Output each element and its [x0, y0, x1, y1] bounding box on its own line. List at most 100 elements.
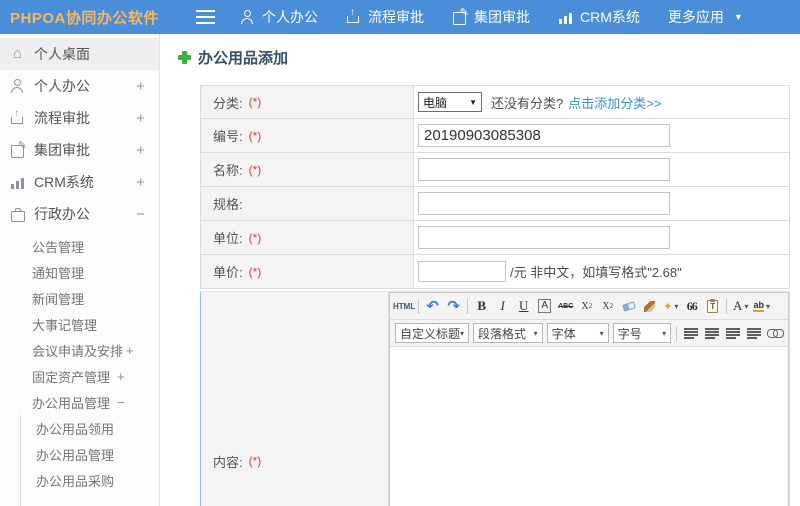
font-family-select[interactable]: 字体 ▾	[546, 323, 609, 343]
expand-plus-icon[interactable]: +	[136, 174, 145, 191]
expand-plus-icon[interactable]: +	[136, 78, 145, 95]
briefcase-icon	[10, 207, 25, 222]
collapse-minus-icon[interactable]: −	[136, 206, 145, 223]
format-painter-button[interactable]	[639, 296, 660, 316]
eraser-icon	[621, 300, 636, 312]
field-value	[414, 153, 789, 186]
field-value	[414, 221, 789, 254]
expand-plus-icon[interactable]: +	[126, 343, 134, 358]
sidebar-item-news-mgmt[interactable]: 新闻管理	[0, 285, 159, 311]
required-mark: (*)	[248, 162, 262, 177]
expand-plus-icon[interactable]: +	[136, 110, 145, 127]
menu-toggle-icon[interactable]	[196, 10, 215, 24]
blockquote-button[interactable]: 66	[681, 296, 702, 316]
page-title: 办公用品添加	[198, 49, 289, 67]
field-label: 编号: (*)	[201, 119, 414, 152]
align-left-button[interactable]	[680, 323, 701, 343]
align-justify-button[interactable]	[743, 323, 764, 343]
sidebar-item-supplies-purchase[interactable]: 办公用品采购	[21, 467, 159, 493]
sidebar-item-notice-mgmt[interactable]: 通知管理	[0, 259, 159, 285]
sidebar-item-office-supplies-mgmt[interactable]: 办公用品管理 −	[0, 389, 159, 415]
brush-icon	[644, 300, 656, 312]
sub-item-label: 办公用品采购	[36, 473, 115, 489]
select-label: 字号	[617, 326, 642, 341]
nav-more-apps[interactable]: 更多应用 ▼	[668, 7, 743, 27]
select-caret-icon: ▾	[599, 328, 604, 338]
nav-crm-system[interactable]: CRM系统	[558, 7, 640, 27]
strikethrough-button[interactable]: ABC	[555, 296, 576, 316]
sidebar-item-fixed-assets-mgmt[interactable]: 固定资产管理 +	[0, 363, 159, 389]
caret-down-icon: ▾	[744, 301, 749, 311]
underline-button[interactable]: U	[513, 296, 534, 316]
sup-base: X	[581, 300, 589, 312]
workflow-icon	[346, 7, 361, 24]
select-caret-icon: ▾	[662, 328, 667, 338]
form-row-price: 单价: (*) /元 非中文，如填写格式"2.68"	[200, 255, 790, 289]
nav-personal-office[interactable]: 个人办公	[240, 7, 318, 27]
select-label: 段落格式	[478, 326, 527, 341]
price-input[interactable]	[418, 261, 506, 282]
italic-button[interactable]: I	[492, 296, 513, 316]
sub-base: X	[602, 300, 610, 312]
sidebar-item-events-mgmt[interactable]: 大事记管理	[0, 311, 159, 337]
form-row-code: 编号: (*)	[200, 119, 790, 153]
font-style-button[interactable]: A	[534, 296, 555, 316]
sidebar-item-announcement-mgmt[interactable]: 公告管理	[0, 233, 159, 259]
spec-input[interactable]	[418, 192, 670, 215]
add-category-link[interactable]: 点击添加分类>>	[568, 93, 661, 112]
sidebar-item-label: CRM系统	[34, 174, 94, 190]
category-select[interactable]: 电脑 ▼	[418, 92, 482, 112]
label-text: 分类:	[213, 95, 243, 111]
quick-format-button[interactable]: ✦ ▾	[660, 296, 681, 316]
source-code-button[interactable]: HTML	[393, 296, 415, 316]
sidebar-item-supplies-claim[interactable]: 办公用品领用	[21, 415, 159, 441]
font-size-select[interactable]: 字号 ▾	[612, 323, 672, 343]
magic-wand-icon: ✦	[663, 300, 673, 313]
sup-mark: 2	[588, 302, 593, 310]
subscript-button[interactable]: X2	[597, 296, 618, 316]
align-right-button[interactable]	[722, 323, 743, 343]
edit-square-icon	[10, 139, 27, 158]
paste-text-button[interactable]: T	[702, 296, 723, 316]
label-text: 单价:	[213, 265, 243, 280]
highlight-color-button[interactable]: ab ▾	[751, 296, 772, 316]
code-input[interactable]	[418, 124, 670, 147]
field-label: 单价: (*)	[201, 255, 414, 288]
remove-format-button[interactable]	[618, 296, 639, 316]
align-right-icon	[725, 327, 740, 339]
select-label: 自定义标题	[400, 326, 461, 341]
nav-workflow-approval[interactable]: 流程审批	[346, 7, 424, 27]
field-label: 单位: (*)	[201, 221, 414, 254]
expand-plus-icon[interactable]: +	[117, 369, 125, 384]
required-mark: (*)	[248, 95, 262, 109]
sidebar-item-crm[interactable]: CRM系统 +	[0, 166, 159, 198]
paragraph-format-select[interactable]: 段落格式 ▾	[473, 323, 543, 343]
insert-link-button[interactable]	[764, 323, 785, 343]
sidebar-item-label: 流程审批	[34, 110, 90, 126]
nav-group-approval[interactable]: 集团审批	[452, 6, 530, 27]
bar-chart-icon	[10, 175, 25, 189]
superscript-button[interactable]: X2	[576, 296, 597, 316]
sub-item-label: 办公用品管理	[32, 395, 111, 411]
sidebar-item-personal-office[interactable]: 个人办公 +	[0, 70, 159, 102]
align-center-button[interactable]	[701, 323, 722, 343]
unit-input[interactable]	[418, 226, 670, 249]
sidebar-item-meeting-mgmt[interactable]: 会议申请及安排 +	[0, 337, 159, 363]
font-color-button[interactable]: A ▾	[730, 296, 751, 316]
name-input[interactable]	[418, 158, 670, 181]
collapse-minus-icon[interactable]: −	[117, 395, 125, 410]
undo-button[interactable]: ↶	[422, 296, 443, 316]
expand-plus-icon[interactable]: +	[136, 142, 145, 159]
bold-button[interactable]: B	[471, 296, 492, 316]
editor-content-area[interactable]	[390, 347, 788, 506]
sidebar-item-desktop[interactable]: ⌂ 个人桌面	[0, 38, 159, 70]
field-label: 分类: (*)	[201, 86, 414, 118]
font-color-glyph: A	[733, 298, 743, 313]
sidebar-item-admin-office[interactable]: 行政办公 −	[0, 198, 159, 230]
sidebar-item-workflow-approval[interactable]: 流程审批 +	[0, 102, 159, 134]
sidebar-item-group-approval[interactable]: 集团审批 +	[0, 134, 159, 166]
sidebar-item-supplies-manage[interactable]: 办公用品管理	[21, 441, 159, 467]
page: PHPOA协同办公软件 个人办公 流程审批 集团审批 CRM系统 更多应用 ▼	[0, 0, 800, 506]
redo-button[interactable]: ↷	[443, 296, 464, 316]
custom-heading-select[interactable]: 自定义标题 ▾	[395, 323, 470, 343]
